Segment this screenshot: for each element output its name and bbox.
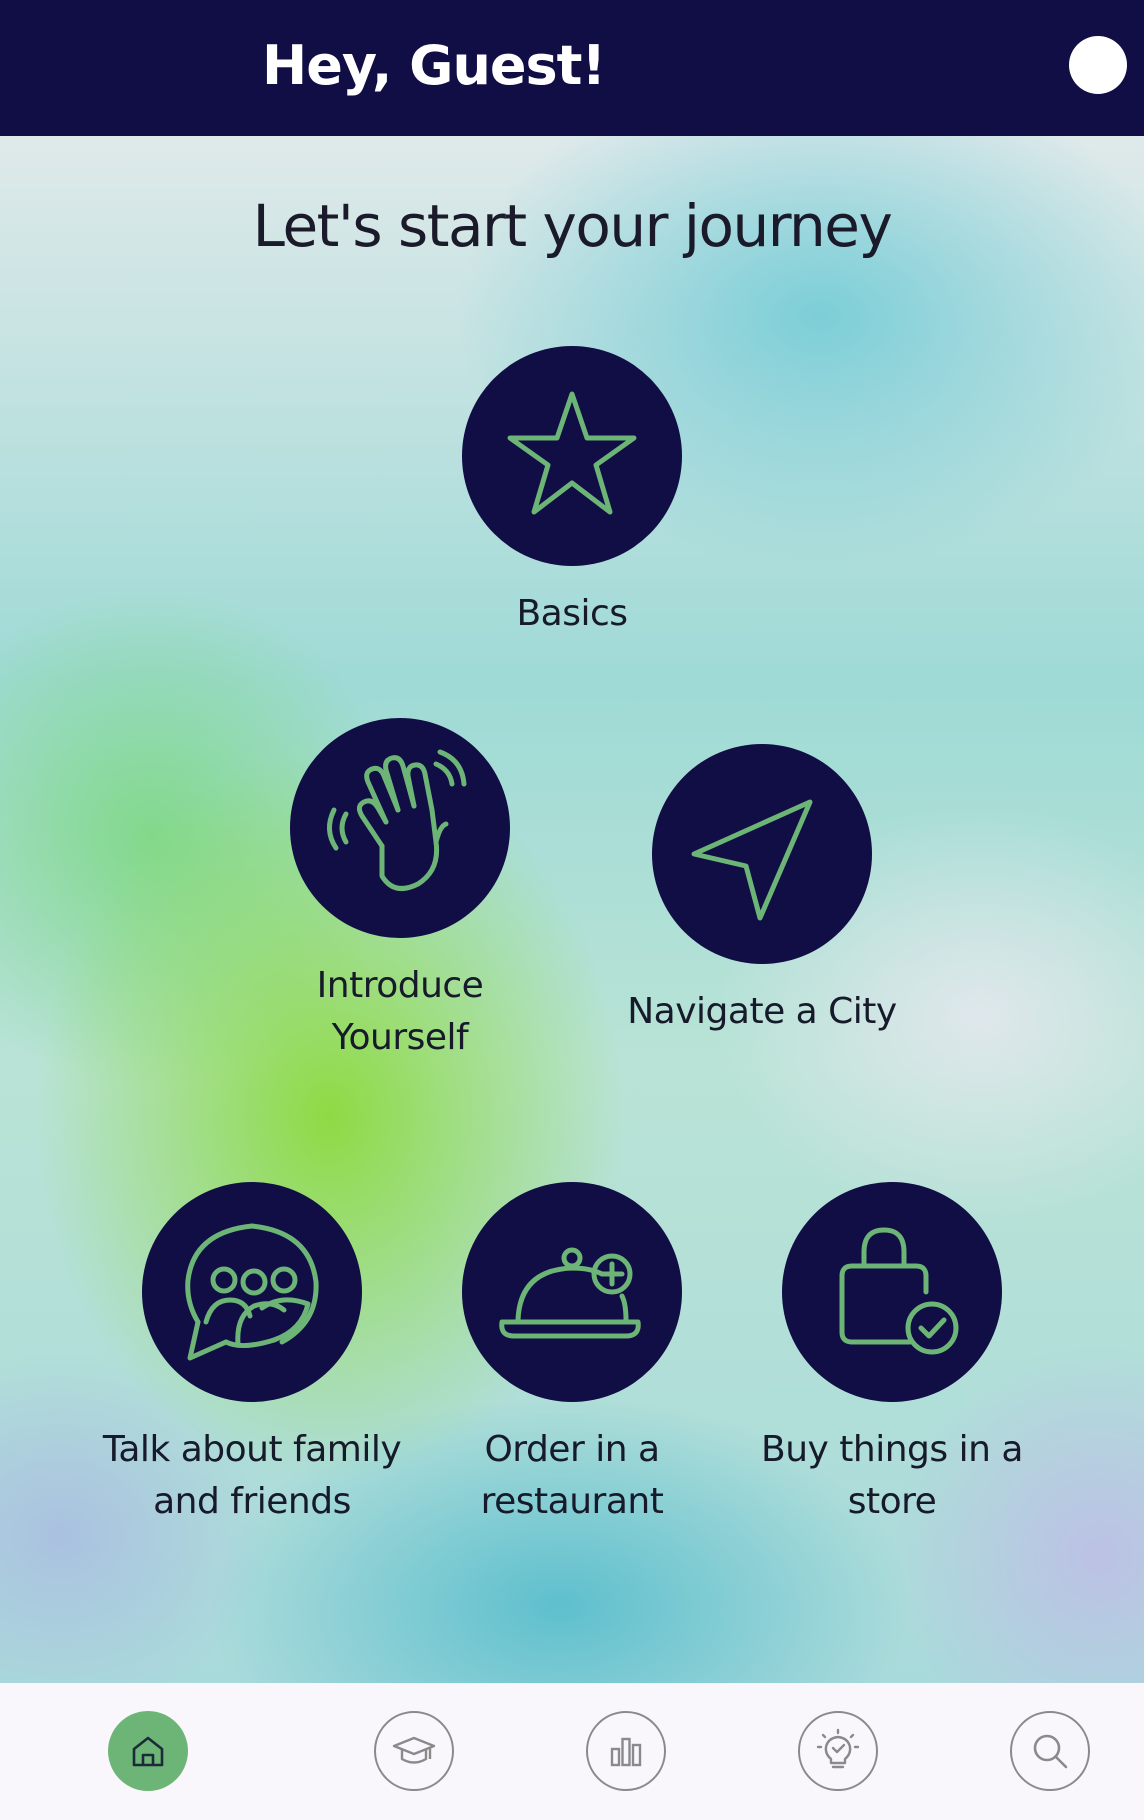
bottom-nav — [0, 1683, 1144, 1820]
topic-navigate-a-city-button[interactable] — [652, 744, 872, 964]
star-icon — [507, 391, 637, 515]
waving-hand-icon — [327, 749, 467, 891]
topic-basics-label: Basics — [516, 593, 628, 634]
bar-chart-icon — [610, 1737, 642, 1767]
nav-learn-button[interactable] — [374, 1711, 454, 1791]
graduation-cap-icon — [392, 1736, 436, 1764]
app-header: Hey, Guest! — [0, 0, 1144, 136]
lightbulb-check-icon — [816, 1728, 860, 1769]
topic-order-restaurant-button[interactable] — [462, 1182, 682, 1402]
topic-buy-store-label: Buy things in a store — [761, 1429, 1023, 1522]
topic-introduce-yourself-label: Introduce Yourself — [316, 965, 484, 1058]
topic-family-friends-button[interactable] — [142, 1182, 362, 1402]
page-title: Let's start your journey — [252, 192, 893, 260]
search-icon — [1033, 1734, 1068, 1769]
topic-introduce-yourself-button[interactable] — [290, 718, 510, 938]
greeting-text: Hey, Guest! — [262, 34, 606, 97]
topic-basics-button[interactable] — [462, 346, 682, 566]
nav-search-button[interactable] — [1010, 1711, 1090, 1791]
topic-order-restaurant-label: Order in a restaurant — [480, 1429, 664, 1522]
nav-home-button[interactable] — [108, 1711, 188, 1791]
topic-family-friends-label: Talk about family and friends — [102, 1429, 402, 1522]
cloche-icon — [499, 1247, 641, 1339]
navigation-arrow-icon — [691, 799, 813, 921]
nav-stats-button[interactable] — [586, 1711, 666, 1791]
group-chat-icon — [185, 1223, 319, 1361]
topic-buy-store-button[interactable] — [782, 1182, 1002, 1402]
journey-content: Let's start your journey Basics Introduc… — [0, 136, 1144, 1683]
home-icon — [132, 1736, 164, 1767]
topic-navigate-a-city-label: Navigate a City — [627, 991, 897, 1032]
nav-ideas-button[interactable] — [798, 1711, 878, 1791]
shopping-bag-check-icon — [839, 1227, 959, 1355]
avatar[interactable] — [1069, 36, 1127, 94]
